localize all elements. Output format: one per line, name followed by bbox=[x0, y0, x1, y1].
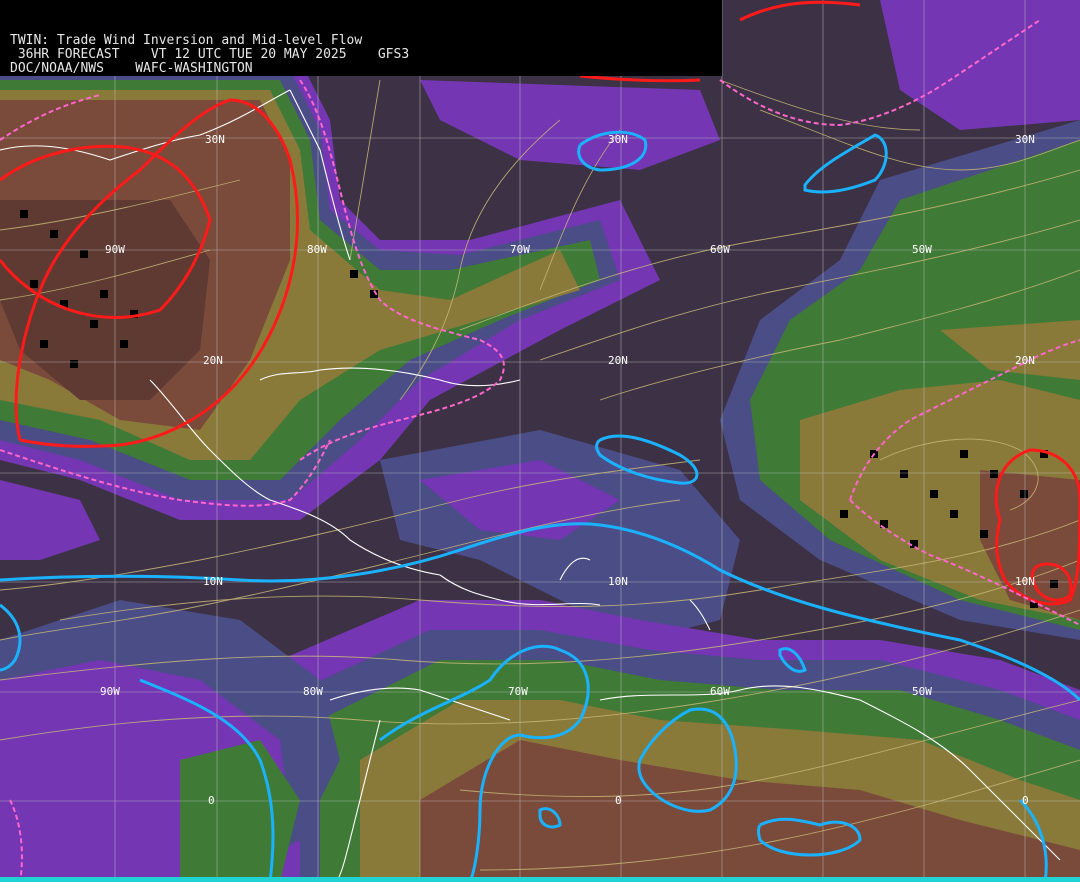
label-60w-south: 60W bbox=[710, 685, 730, 698]
label-30n-left: 30N bbox=[205, 133, 225, 146]
bottom-border bbox=[0, 877, 1080, 882]
label-10n-mid: 10N bbox=[608, 575, 628, 588]
label-20n-left: 20N bbox=[203, 354, 223, 367]
header-forecast-time: 36HR FORECAST VT 12 UTC TUE 20 MAY 2025 … bbox=[10, 47, 410, 62]
label-70w: 70W bbox=[510, 243, 530, 256]
label-eq-left: 0 bbox=[208, 794, 215, 807]
header-panel: TWIN: Trade Wind Inversion and Mid-level… bbox=[0, 0, 722, 76]
label-20n-right: 20N bbox=[1015, 354, 1035, 367]
label-80w-south: 80W bbox=[303, 685, 323, 698]
label-50w: 50W bbox=[912, 243, 932, 256]
label-30n-right: 30N bbox=[1015, 133, 1035, 146]
header-agency: DOC/NOAA/NWS WAFC-WASHINGTON bbox=[10, 61, 253, 76]
label-70w-south: 70W bbox=[508, 685, 528, 698]
label-60w: 60W bbox=[710, 243, 730, 256]
label-10n-left: 10N bbox=[203, 575, 223, 588]
label-30n-mid: 30N bbox=[608, 133, 628, 146]
label-50w-south: 50W bbox=[912, 685, 932, 698]
label-eq-right: 0 bbox=[1022, 794, 1029, 807]
label-90w-south: 90W bbox=[100, 685, 120, 698]
header-title: TWIN: Trade Wind Inversion and Mid-level… bbox=[10, 33, 363, 48]
label-80w: 80W bbox=[307, 243, 327, 256]
label-10n-right: 10N bbox=[1015, 575, 1035, 588]
label-eq-mid: 0 bbox=[615, 794, 622, 807]
weather-map: 30N 30N 30N 90W 80W 70W 60W 50W 20N 20N … bbox=[0, 0, 1080, 882]
label-90w: 90W bbox=[105, 243, 125, 256]
label-20n-mid: 20N bbox=[608, 354, 628, 367]
